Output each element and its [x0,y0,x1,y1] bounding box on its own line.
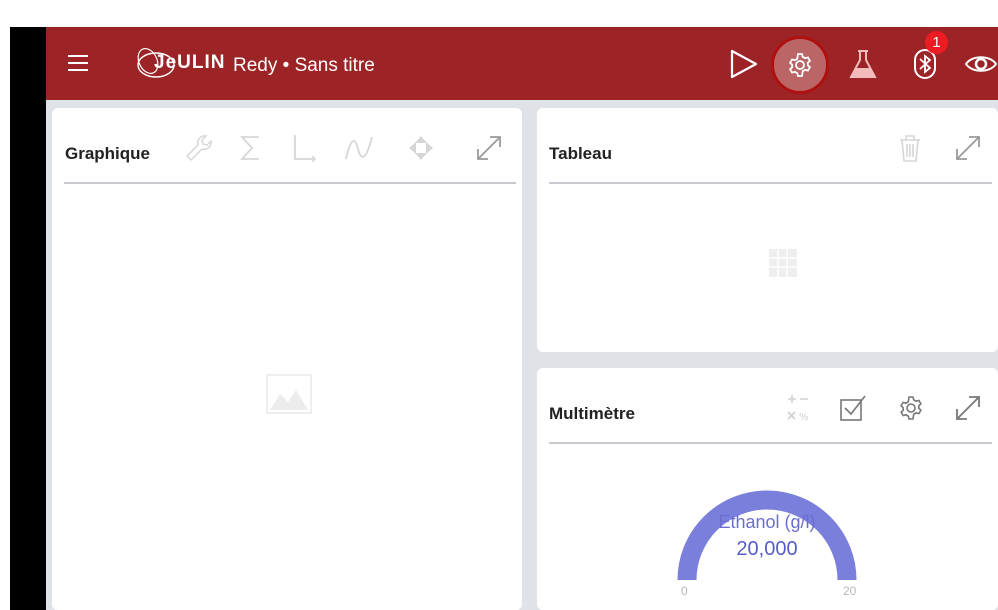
app-bar: JeULIN Redy • Sans titre 1 [46,27,998,100]
flask-icon[interactable] [846,47,880,81]
graph-panel: Graphique [52,108,522,610]
expand-icon[interactable] [951,391,985,425]
gear-icon[interactable] [894,391,928,425]
brand-text: JeULIN [154,52,226,73]
eye-icon[interactable] [964,47,998,81]
panel-title: Multimètre [549,404,635,423]
divider [549,442,992,444]
menu-icon[interactable] [68,55,92,73]
move-icon[interactable] [404,131,438,165]
panel-title: Tableau [549,144,612,163]
play-icon[interactable] [726,47,760,81]
expand-icon[interactable] [472,131,506,165]
panel-header: Multimètre % [537,368,998,444]
sigma-icon[interactable] [234,131,268,165]
table-panel: Tableau [537,108,998,352]
checkbox-icon[interactable] [835,391,869,425]
gauge-max-label: 20 [843,584,857,598]
multimeter-panel: Multimètre % Ethanol (g/l) 20,000 0 20 [537,368,998,610]
wrench-icon[interactable] [182,131,216,165]
panel-header: Tableau [537,108,998,184]
settings-icon [788,53,812,77]
left-edge-bar [10,27,46,610]
panel-header: Graphique [52,108,522,184]
axes-icon[interactable] [286,131,320,165]
divider [549,182,992,184]
divider [64,182,516,184]
calculator-icon[interactable]: % [780,391,814,425]
gauge: Ethanol (g/l) 20,000 0 20 [667,450,867,606]
panel-title: Graphique [65,144,151,163]
chart-placeholder-icon [266,374,312,419]
gauge-label: Ethanol (g/l) [718,512,816,532]
expand-icon[interactable] [951,131,985,165]
workspace: Graphique Tableau Multimètre % Ethanol (… [46,100,998,610]
jeulin-logo: JeULIN [134,41,234,85]
gauge-value: 20,000 [736,538,798,560]
settings-button[interactable] [771,36,829,94]
table-placeholder-icon [768,248,798,283]
curve-icon[interactable] [342,131,376,165]
trash-icon[interactable] [893,131,927,165]
app-title: Redy • Sans titre [233,55,375,76]
notification-badge: 1 [925,31,948,54]
gauge-min-label: 0 [681,584,688,598]
svg-text:%: % [799,412,809,423]
